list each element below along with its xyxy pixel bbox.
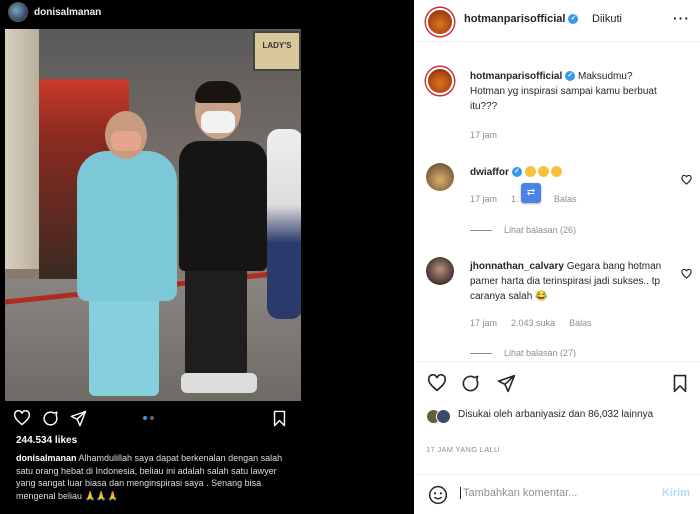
share-icon[interactable] bbox=[70, 410, 87, 427]
comment-time[interactable]: 17 jam bbox=[470, 194, 497, 204]
comment-like-icon[interactable] bbox=[681, 175, 692, 185]
translate-icon[interactable]: ⇄ bbox=[521, 183, 541, 203]
comment-avatar[interactable] bbox=[426, 257, 454, 285]
comment-icon[interactable] bbox=[42, 410, 59, 427]
comment-item: hotmanparisofficial ✓ Maksudmu? Hotman yg… bbox=[414, 67, 700, 147]
shop-sign: LADY'S bbox=[253, 31, 301, 71]
left-avatar[interactable] bbox=[8, 2, 28, 22]
person-right bbox=[173, 81, 273, 401]
add-comment-bar: Tambahkan komentar... Kirim bbox=[414, 474, 700, 514]
bookmark-icon[interactable] bbox=[272, 410, 287, 427]
comment-input[interactable]: Tambahkan komentar... bbox=[460, 487, 650, 499]
reply-button[interactable]: Balas bbox=[554, 194, 577, 204]
comment-avatar[interactable] bbox=[426, 163, 454, 191]
comment-body: jhonnathan_calvary Gegara bang hotman pa… bbox=[470, 259, 670, 304]
emoji-icon[interactable] bbox=[428, 485, 448, 505]
author-avatar[interactable] bbox=[426, 8, 454, 36]
person-left bbox=[67, 111, 185, 401]
comment-time[interactable]: 17 jam bbox=[470, 318, 497, 328]
liker-avatar bbox=[436, 409, 451, 424]
post-time-ago[interactable]: 17 JAM YANG LALU bbox=[426, 445, 500, 454]
left-action-bar bbox=[0, 404, 303, 430]
more-options-icon[interactable]: ··· bbox=[673, 10, 690, 26]
view-replies[interactable]: Lihat balasan (26) bbox=[470, 225, 576, 235]
left-header: donisalmanan bbox=[0, 0, 303, 24]
comment-time[interactable]: 17 jam bbox=[470, 130, 497, 140]
comment-body: hotmanparisofficial ✓ Maksudmu? Hotman yg… bbox=[470, 69, 670, 114]
left-username[interactable]: donisalmanan bbox=[34, 7, 101, 18]
comment-item: dwiaffor✓ 17 jam 1.⁠⁠ suka Balas Lihat b… bbox=[414, 163, 700, 243]
post-header: hotmanparisofficial ✓ Diikuti ··· bbox=[414, 0, 700, 42]
likes-count[interactable]: 244.534 likes bbox=[16, 435, 77, 446]
comment-avatar[interactable] bbox=[426, 67, 454, 95]
comment-item: jhonnathan_calvary Gegara bang hotman pa… bbox=[414, 257, 700, 357]
post-caption: donisalmanan Alhamdulillah saya dapat be… bbox=[16, 452, 296, 502]
author-username[interactable]: hotmanparisofficial ✓ bbox=[464, 13, 579, 25]
post-photo[interactable]: LADY'S bbox=[5, 29, 301, 401]
comment-like-icon[interactable] bbox=[681, 269, 692, 279]
carousel-dots bbox=[143, 416, 154, 420]
view-replies[interactable]: Lihat balasan (27) bbox=[470, 349, 576, 357]
liked-by: Disukai oleh arbaniyasiz dan 86,032 lain… bbox=[426, 407, 696, 443]
post-media-panel: donisalmanan LADY'S 244.534 likes donisa… bbox=[0, 0, 303, 514]
verified-badge-icon: ✓ bbox=[568, 14, 579, 25]
verified-badge-icon: ✓ bbox=[511, 167, 522, 178]
comment-body: dwiaffor ✓ bbox=[470, 165, 670, 180]
following-label[interactable]: Diikuti bbox=[592, 13, 622, 25]
comment-username[interactable]: dwiaffor ✓ bbox=[470, 167, 522, 178]
comment-meta: 17 jam 2.043 suka Balas bbox=[470, 318, 592, 328]
post-action-bar bbox=[414, 361, 700, 407]
bookmark-icon[interactable] bbox=[672, 374, 688, 393]
comments-panel: hotmanparisofficial ✓ Diikuti ··· hotmanp… bbox=[414, 0, 700, 514]
send-comment-button[interactable]: Kirim bbox=[662, 487, 690, 499]
like-icon[interactable] bbox=[427, 374, 447, 392]
verified-badge-icon: ✓ bbox=[565, 71, 576, 82]
caption-username[interactable]: donisalmanan bbox=[16, 453, 77, 463]
comment-icon[interactable] bbox=[461, 374, 480, 393]
comment-username[interactable]: hotmanparisofficial ✓ bbox=[470, 71, 576, 82]
like-icon[interactable] bbox=[13, 410, 31, 426]
comment-username[interactable]: jhonnathan_calvary bbox=[470, 261, 564, 272]
reply-button[interactable]: Balas bbox=[569, 318, 592, 328]
comment-meta: 17 jam bbox=[470, 130, 497, 140]
share-icon[interactable] bbox=[497, 374, 516, 393]
comment-likes[interactable]: 2.043 suka bbox=[511, 318, 555, 328]
comment-text bbox=[524, 166, 564, 178]
liked-by-text[interactable]: Disukai oleh arbaniyasiz dan 86,032 lain… bbox=[458, 407, 668, 422]
